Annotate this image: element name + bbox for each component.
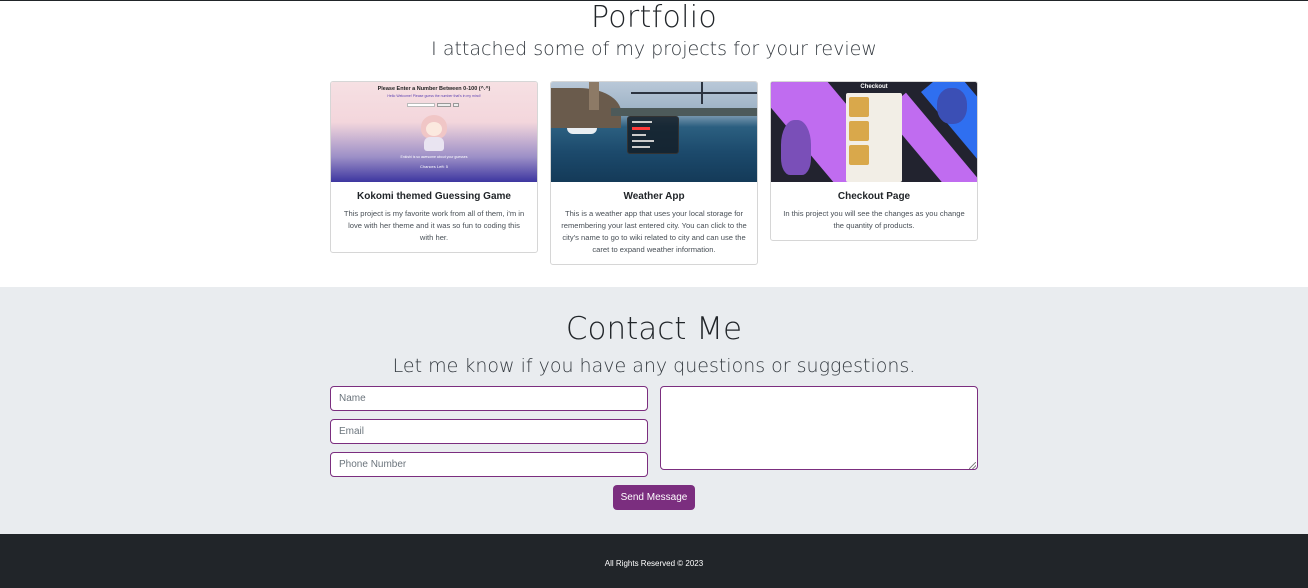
name-input[interactable] xyxy=(330,386,648,411)
game-input xyxy=(407,103,435,107)
card-title: Weather App xyxy=(623,191,685,202)
footer: All Rights Reserved © 2023 xyxy=(0,534,1308,588)
card-title: Kokomi themed Guessing Game xyxy=(357,191,511,202)
card-title: Checkout Page xyxy=(837,191,911,202)
game-heading: Please Enter a Number Between 0-100 (^.^… xyxy=(377,86,491,92)
tower-shape xyxy=(589,82,599,110)
widget-line xyxy=(632,121,652,123)
guessing-game-screenshot[interactable]: Please Enter a Number Between 0-100 (^.^… xyxy=(331,82,537,182)
weather-app-screenshot[interactable] xyxy=(551,82,757,182)
send-message-button[interactable]: Send Message xyxy=(613,485,695,510)
character-illustration xyxy=(781,120,811,175)
chibi-face xyxy=(426,122,442,136)
phone-input[interactable] xyxy=(330,452,648,477)
checkout-page-screenshot[interactable]: Checkout xyxy=(771,82,977,182)
product-thumbnail xyxy=(849,97,869,117)
project-card-weather-app[interactable]: Weather App This is a weather app that u… xyxy=(550,81,758,265)
widget-line xyxy=(632,140,654,142)
top-divider xyxy=(0,0,1308,1)
card-body: Weather App This is a weather app that u… xyxy=(551,182,757,264)
card-body: Kokomi themed Guessing Game This project… xyxy=(331,182,537,252)
card-body: Checkout Page In this project you will s… xyxy=(771,182,977,240)
widget-temperature xyxy=(632,127,650,130)
portfolio-title: Portfolio xyxy=(590,0,718,35)
widget-line xyxy=(632,134,646,136)
bridge-deck xyxy=(631,92,757,94)
bridge-tower xyxy=(701,82,703,104)
chibi-body xyxy=(424,137,444,151)
project-card-guessing-game[interactable]: Please Enter a Number Between 0-100 (^.^… xyxy=(330,81,538,253)
game-reset-button xyxy=(453,103,459,107)
game-chances: Chances Left: 5 xyxy=(419,164,449,169)
product-thumbnail xyxy=(849,121,869,141)
portfolio-section: Portfolio I attached some of my projects… xyxy=(0,0,1308,287)
email-input[interactable] xyxy=(330,419,648,444)
game-subheading: Hello Welcome! Please guess the number t… xyxy=(387,94,481,98)
far-shore xyxy=(611,108,757,116)
card-text: This project is my favorite work from al… xyxy=(343,209,525,242)
game-check-button xyxy=(437,103,451,107)
widget-line xyxy=(632,146,650,148)
project-card-checkout-page[interactable]: Checkout Checkout Page In this project y… xyxy=(770,81,978,241)
product-thumbnail xyxy=(849,145,869,165)
boat-shape xyxy=(567,128,597,134)
contact-section: Contact Me Let me know if you have any q… xyxy=(0,287,1308,534)
contact-title: Contact Me xyxy=(565,311,743,347)
copyright-text: All Rights Reserved © 2023 xyxy=(604,559,704,568)
textarea-resize-handle[interactable] xyxy=(969,462,976,469)
game-footer: Enkishi is so awesome about your guesses xyxy=(400,155,468,159)
character-illustration xyxy=(937,88,967,124)
weather-widget-panel xyxy=(627,116,679,154)
contact-subtitle: Let me know if you have any questions or… xyxy=(392,355,916,377)
portfolio-subtitle: I attached some of my projects for your … xyxy=(431,38,877,60)
message-textarea[interactable] xyxy=(660,386,978,470)
checkout-panel xyxy=(846,93,902,182)
card-text: In this project you will see the changes… xyxy=(783,209,965,230)
checkout-heading: Checkout xyxy=(860,84,888,90)
card-text: This is a weather app that uses your loc… xyxy=(561,209,747,254)
